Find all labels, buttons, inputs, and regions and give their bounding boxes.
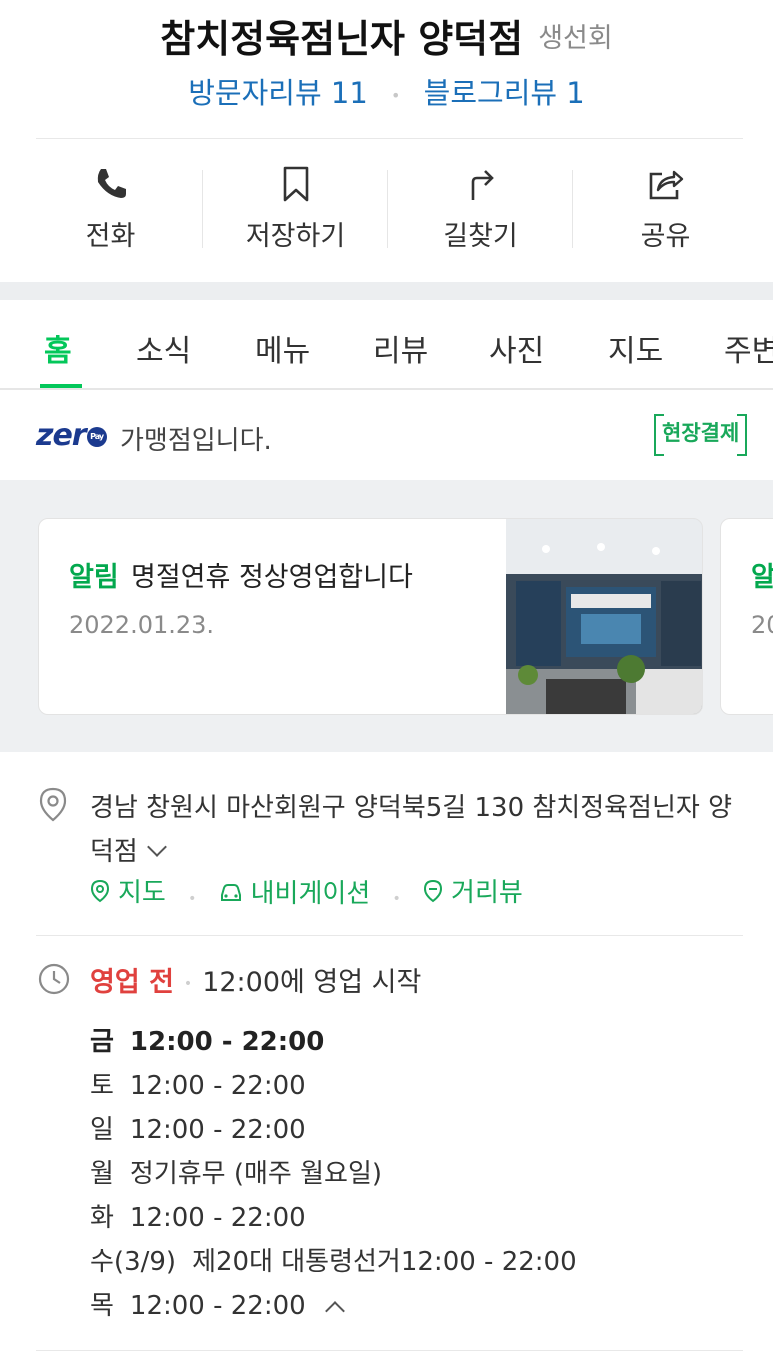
hours-day: 토 [90,1071,114,1101]
separator-dot: • [183,975,193,992]
separator-dot: • [391,85,401,105]
status-badge: 영업 전 [90,967,174,998]
onsite-payment-badge: 현장결제 [654,414,748,456]
address[interactable]: 경남 창원시 마산회원구 양덕북5길 130 참치정육점닌자 양덕점 [90,786,740,874]
hours-day: 목 [90,1291,114,1321]
news-photo [506,519,702,714]
save-button[interactable]: 저장하기 [203,150,388,260]
call-button[interactable]: 전화 [18,150,203,260]
location-pin-icon [39,787,67,822]
active-tab-indicator [40,384,82,388]
hours-day: 화 [90,1203,114,1233]
blog-reviews-link[interactable]: 블로그리뷰 1 [424,76,585,110]
phone-icon [97,169,126,198]
action-bar: 전화 저장하기 길찾기 공유 [18,150,758,260]
news-date: 20 [751,611,773,639]
hours-day: 수(3/9) [90,1247,177,1277]
directions-label: 길찾기 [443,221,518,252]
business-hours[interactable]: 금 12:00 - 22:00 토 12:00 - 22:00 일 12:00 - 2… [90,1020,577,1328]
call-label: 전화 [85,221,136,252]
hours-time: 12:00 - 22:00 [129,1291,306,1321]
zeropay-logo-text: zer [36,418,87,453]
hours-time: 12:00 - 22:00 [129,1071,306,1101]
bookmark-icon [283,166,308,202]
place-title: 참치정육점닌자 양덕점 [160,17,524,61]
next-opening: 12:00에 영업 시작 [202,967,422,998]
hours-time: 12:00 - 22:00 [129,1203,306,1233]
divider [36,138,743,139]
share-icon [649,170,683,200]
place-category: 생선회 [538,23,613,54]
hours-row: 화 12:00 - 22:00 [90,1196,577,1240]
hours-day: 일 [90,1115,114,1145]
business-status: 영업 전 • 12:00에 영업 시작 [90,960,421,999]
tab-reviews[interactable]: 리뷰 [373,326,428,370]
hours-day: 금 [90,1027,114,1057]
tab-map[interactable]: 지도 [608,326,663,370]
divider [36,935,743,936]
hours-time: 12:00 - 22:00 [129,1115,306,1145]
streetview-link[interactable]: 거리뷰 [423,872,523,909]
news-card[interactable]: 알림 명절연휴 정상영업합니다 2022.01.23. [38,518,703,715]
hours-time: 12:00 - 22:00 [129,1027,325,1057]
chevron-up-icon[interactable] [324,1301,345,1321]
news-carousel: 알림 명절연휴 정상영업합니다 2022.01.23. 알 20 [0,480,773,752]
map-link[interactable]: 지도 [90,872,166,909]
tab-home[interactable]: 홈 [44,326,72,370]
news-card-next[interactable]: 알 20 [720,518,773,715]
tab-bar: 홈 소식 메뉴 리뷰 사진 지도 주변 [0,300,773,390]
place-header: 참치정육점닌자 양덕점 생선회 방문자리뷰 11 • 블로그리뷰 1 전화 저장… [0,0,773,282]
news-tag: 알림 [69,562,119,593]
directions-icon [471,170,494,200]
hours-row: 목 12:00 - 22:00 [90,1284,577,1328]
place-info: 경남 창원시 마산회원구 양덕북5길 130 참치정육점닌자 양덕점 지도 • … [0,752,773,1355]
hours-time: 제20대 대통령선거12:00 - 22:00 [192,1247,577,1277]
tab-photos[interactable]: 사진 [489,326,544,370]
share-button[interactable]: 공유 [573,150,758,260]
hours-day: 월 [90,1159,114,1189]
zeropay-logo: zer Pay [36,418,107,453]
map-pin-icon [90,879,110,902]
visitor-reviews-link[interactable]: 방문자리뷰 11 [188,76,368,110]
car-icon [220,883,241,901]
separator-dot: • [188,890,197,907]
zeropay-row: zer Pay 가맹점입니다. 현장결제 [0,392,773,480]
hours-time: 정기휴무 (매주 월요일) [129,1159,383,1189]
clock-icon [38,963,70,995]
tab-nearby[interactable]: 주변 [724,326,773,370]
share-label: 공유 [640,221,691,252]
address-text: 경남 창원시 마산회원구 양덕북5길 130 참치정육점닌자 양덕점 [90,793,732,867]
divider [36,1350,743,1351]
hours-row: 수(3/9) 제20대 대통령선거12:00 - 22:00 [90,1240,577,1284]
save-label: 저장하기 [245,221,346,252]
news-tag: 알 [751,562,773,593]
hours-row: 월 정기휴무 (매주 월요일) [90,1152,577,1196]
zeropay-text: 가맹점입니다. [120,426,272,456]
separator-dot: • [392,890,401,907]
zeropay-pay-badge: Pay [86,426,107,447]
hours-row: 일 12:00 - 22:00 [90,1108,577,1152]
section-gap [0,282,773,300]
news-date: 2022.01.23. [69,611,215,639]
streetview-link-label: 거리뷰 [451,878,523,908]
directions-button[interactable]: 길찾기 [388,150,573,260]
tab-news[interactable]: 소식 [136,326,191,370]
title-row: 참치정육점닌자 양덕점 생선회 [0,8,773,63]
location-links: 지도 • 내비게이션 • 거리뷰 [90,872,523,910]
tab-menu[interactable]: 메뉴 [255,326,310,370]
review-links: 방문자리뷰 11 • 블로그리뷰 1 [0,70,773,112]
news-title: 명절연휴 정상영업합니다 [131,562,413,593]
map-link-label: 지도 [118,878,166,908]
chevron-down-icon[interactable] [146,837,167,857]
streetview-icon [424,879,443,902]
navigation-link-label: 내비게이션 [250,879,371,909]
navigation-link[interactable]: 내비게이션 [219,873,371,910]
hours-row: 금 12:00 - 22:00 [90,1020,577,1064]
hours-row: 토 12:00 - 22:00 [90,1064,577,1108]
